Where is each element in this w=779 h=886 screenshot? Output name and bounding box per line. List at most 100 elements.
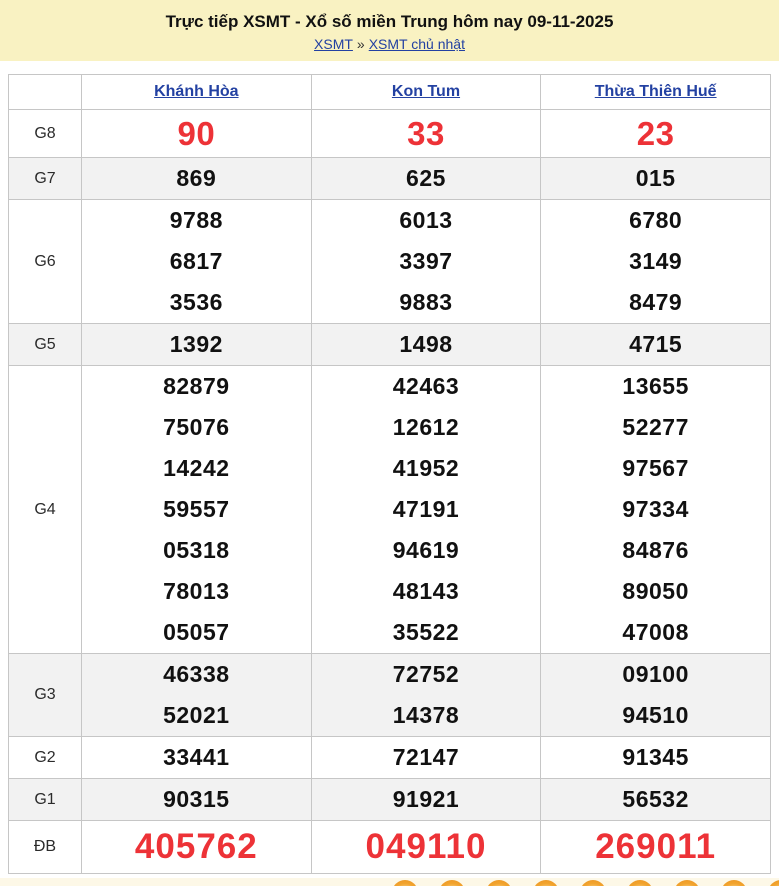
prize-number: 35522 — [312, 612, 541, 653]
prize-label-G3: G3 — [9, 654, 82, 737]
prize-number: 84876 — [541, 530, 770, 571]
prize-row-G5: G5139214984715 — [9, 324, 771, 366]
prize-number: 97334 — [541, 489, 770, 530]
prize-cell-DB-col2: 269011 — [541, 821, 771, 874]
prize-cell-G5-col1: 1498 — [311, 324, 541, 366]
prize-number: 78013 — [82, 571, 311, 612]
prize-label-G1: G1 — [9, 779, 82, 821]
table-header-row: Khánh Hòa Kon Tum Thừa Thiên Huế — [9, 75, 771, 110]
prize-number: 6817 — [82, 241, 311, 282]
prize-row-G8: G8903323 — [9, 110, 771, 158]
column-header-kon-tum: Kon Tum — [311, 75, 541, 110]
prize-label-G2: G2 — [9, 737, 82, 779]
prize-number: 05318 — [82, 530, 311, 571]
prize-number: 46338 — [82, 654, 311, 695]
prize-cell-G4-col0: 82879750761424259557053187801305057 — [82, 366, 312, 654]
prize-number: 48143 — [312, 571, 541, 612]
province-link-khanh-hoa[interactable]: Khánh Hòa — [154, 83, 238, 100]
lottery-ball-icon — [533, 880, 559, 886]
prize-row-G6: G6978868173536601333979883678031498479 — [9, 200, 771, 324]
prize-number: 82879 — [82, 366, 311, 407]
lottery-results-table: Khánh Hòa Kon Tum Thừa Thiên Huế G890332… — [8, 74, 771, 874]
prize-number: 405762 — [82, 821, 311, 873]
prize-number: 015 — [541, 158, 770, 199]
prize-number: 14378 — [312, 695, 541, 736]
prize-number: 47008 — [541, 612, 770, 653]
prize-number: 9788 — [82, 200, 311, 241]
page-title: Trực tiếp XSMT - Xổ số miền Trung hôm na… — [0, 11, 779, 33]
prize-cell-G1-col2: 56532 — [541, 779, 771, 821]
prize-number: 269011 — [541, 821, 770, 873]
prize-number: 13655 — [541, 366, 770, 407]
prize-row-G3: G3463385202172752143780910094510 — [9, 654, 771, 737]
prize-number: 90 — [82, 110, 311, 157]
province-link-kon-tum[interactable]: Kon Tum — [392, 83, 460, 100]
prize-cell-G3-col1: 7275214378 — [311, 654, 541, 737]
prize-number: 3536 — [82, 282, 311, 323]
prize-cell-G8-col0: 90 — [82, 110, 312, 158]
prize-cell-G6-col2: 678031498479 — [541, 200, 771, 324]
prize-number: 14242 — [82, 448, 311, 489]
prize-cell-G8-col2: 23 — [541, 110, 771, 158]
lottery-ball-icon — [627, 880, 653, 886]
prize-number: 94510 — [541, 695, 770, 736]
prize-number: 09100 — [541, 654, 770, 695]
lottery-ball-icon — [580, 880, 606, 886]
prize-number: 72752 — [312, 654, 541, 695]
lottery-ball-icon — [768, 880, 779, 886]
prize-cell-G7-col0: 869 — [82, 158, 312, 200]
prize-cell-G2-col0: 33441 — [82, 737, 312, 779]
prize-number: 1498 — [312, 324, 541, 365]
prize-row-G2: G2334417214791345 — [9, 737, 771, 779]
corner-cell — [9, 75, 82, 110]
prize-number: 42463 — [312, 366, 541, 407]
breadcrumb-separator: » — [357, 36, 365, 52]
prize-number: 6013 — [312, 200, 541, 241]
prize-cell-G6-col0: 978868173536 — [82, 200, 312, 324]
prize-number: 72147 — [312, 737, 541, 778]
province-link-thua-thien-hue[interactable]: Thừa Thiên Huế — [595, 83, 717, 100]
prize-number: 52021 — [82, 695, 311, 736]
prize-label-G6: G6 — [9, 200, 82, 324]
prize-label-DB: ĐB — [9, 821, 82, 874]
prize-number: 049110 — [312, 821, 541, 873]
prize-row-G7: G7869625015 — [9, 158, 771, 200]
lottery-ball-icon — [674, 880, 700, 886]
results-tbody: G8903323G7869625015G69788681735366013339… — [9, 110, 771, 874]
prize-cell-G1-col0: 90315 — [82, 779, 312, 821]
prize-label-G4: G4 — [9, 366, 82, 654]
prize-number: 59557 — [82, 489, 311, 530]
prize-number: 3397 — [312, 241, 541, 282]
prize-number: 8479 — [541, 282, 770, 323]
prize-number: 75076 — [82, 407, 311, 448]
prize-row-G1: G1903159192156532 — [9, 779, 771, 821]
prize-cell-G3-col2: 0910094510 — [541, 654, 771, 737]
prize-label-G5: G5 — [9, 324, 82, 366]
prize-cell-G7-col1: 625 — [311, 158, 541, 200]
lottery-ball-icon — [486, 880, 512, 886]
prize-cell-G1-col1: 91921 — [311, 779, 541, 821]
prize-label-G7: G7 — [9, 158, 82, 200]
prize-cell-G5-col0: 1392 — [82, 324, 312, 366]
prize-number: 12612 — [312, 407, 541, 448]
prize-cell-G2-col1: 72147 — [311, 737, 541, 779]
prize-number: 33441 — [82, 737, 311, 778]
prize-number: 97567 — [541, 448, 770, 489]
prize-number: 4715 — [541, 324, 770, 365]
prize-number: 90315 — [82, 779, 311, 820]
prize-cell-G3-col0: 4633852021 — [82, 654, 312, 737]
prize-number: 9883 — [312, 282, 541, 323]
prize-label-G8: G8 — [9, 110, 82, 158]
prize-row-DB: ĐB405762049110269011 — [9, 821, 771, 874]
lottery-ball-icon — [439, 880, 465, 886]
column-header-khanh-hoa: Khánh Hòa — [82, 75, 312, 110]
prize-cell-G5-col2: 4715 — [541, 324, 771, 366]
prize-number: 47191 — [312, 489, 541, 530]
breadcrumb-link-xsmt[interactable]: XSMT — [314, 36, 353, 52]
prize-number: 89050 — [541, 571, 770, 612]
lottery-ball-icon — [721, 880, 747, 886]
prize-cell-DB-col0: 405762 — [82, 821, 312, 874]
prize-cell-G8-col1: 33 — [311, 110, 541, 158]
prize-number: 91345 — [541, 737, 770, 778]
breadcrumb-link-xsmt-chu-nhat[interactable]: XSMT chủ nhật — [369, 36, 465, 52]
